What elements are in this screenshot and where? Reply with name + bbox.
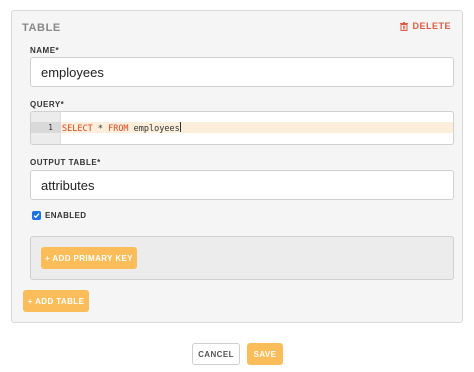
trash-icon [400, 21, 409, 31]
enabled-label: ENABLED [45, 211, 87, 220]
table-panel: TABLE DELETE NAME* QUERY* 1 SELECT * FRO… [11, 10, 463, 323]
cancel-button[interactable]: CANCEL [192, 343, 240, 365]
select-keyword: SELECT [62, 124, 93, 134]
enabled-row[interactable]: ENABLED [32, 211, 86, 220]
enabled-checkbox[interactable] [32, 211, 41, 220]
save-button[interactable]: SAVE [247, 343, 283, 365]
add-table-button[interactable]: + ADD TABLE [23, 290, 89, 312]
delete-label: DELETE [412, 21, 451, 31]
panel-title: TABLE [22, 22, 61, 34]
query-editor[interactable]: 1 SELECT * FROM employees [30, 111, 454, 145]
delete-button[interactable]: DELETE [400, 21, 451, 31]
code-line[interactable]: SELECT * FROM employees [61, 122, 453, 134]
name-input[interactable] [30, 57, 454, 87]
output-table-input[interactable] [30, 170, 454, 200]
primary-keys-box: + ADD PRIMARY KEY [30, 236, 454, 280]
table-token: employees [128, 124, 180, 134]
name-label: NAME* [30, 46, 60, 55]
query-label: QUERY* [30, 100, 65, 109]
text-cursor [179, 122, 181, 132]
star-token: * [92, 124, 109, 134]
line-number: 1 [31, 122, 61, 133]
from-keyword: FROM [108, 124, 129, 134]
checkmark-icon [33, 213, 40, 219]
add-primary-key-button[interactable]: + ADD PRIMARY KEY [41, 247, 137, 269]
output-table-label: OUTPUT TABLE* [30, 158, 101, 167]
